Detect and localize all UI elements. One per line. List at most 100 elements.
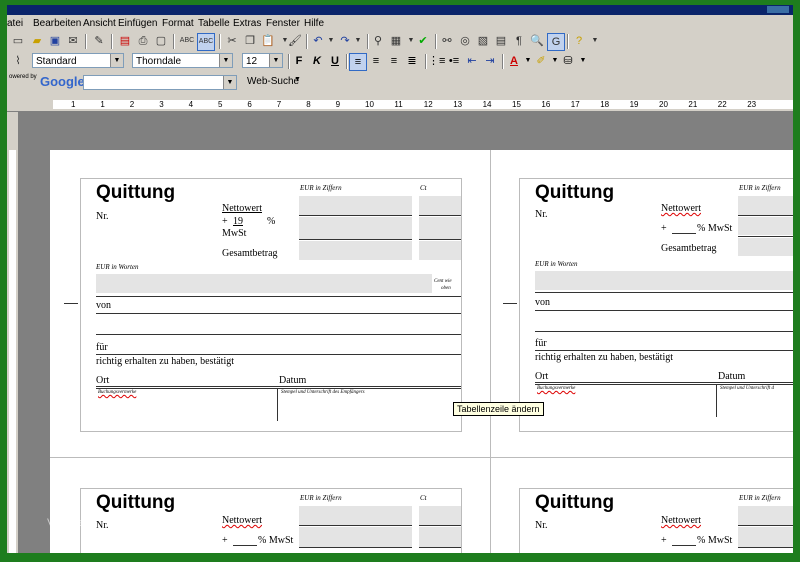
save-icon[interactable]: ▣	[47, 33, 63, 49]
horizontal-ruler[interactable]: 1 1 2 3 4 5 6 7 8 9 10 11 12 13 14 15 16 17 18 19 20 21 22 23	[7, 98, 793, 112]
cent-label: Ct	[420, 184, 427, 192]
menu-extras[interactable]: Extras	[233, 18, 261, 29]
net-cent-field[interactable]	[419, 196, 461, 215]
vertical-ruler[interactable]	[7, 112, 19, 553]
receipt-title: Quittung	[535, 182, 615, 203]
align-center-icon[interactable]: ≡	[368, 53, 384, 69]
window-controls[interactable]	[767, 6, 789, 13]
vat-prefix: +	[222, 216, 228, 227]
background-color-icon[interactable]: ⛁	[560, 53, 576, 69]
underline-button[interactable]: U	[327, 53, 343, 69]
menu-bearbeiten[interactable]: Bearbeiten	[33, 18, 81, 29]
open-folder-icon[interactable]: ▰	[29, 33, 45, 49]
line	[96, 386, 461, 387]
menu-datei[interactable]: atei	[7, 18, 23, 29]
bullets-icon[interactable]: •≡	[446, 53, 462, 69]
autospellcheck-icon[interactable]: ABC	[197, 33, 215, 51]
menu-fenster[interactable]: Fenster	[266, 18, 300, 29]
find-replace-icon[interactable]: ⚯	[439, 33, 455, 49]
vat-label: MwSt	[222, 228, 247, 239]
net-value-field[interactable]	[299, 196, 412, 215]
help-dropdown-icon[interactable]: ▼	[587, 33, 603, 49]
net-value-field[interactable]	[738, 506, 793, 525]
print-icon[interactable]: ⎙	[135, 33, 151, 49]
redo-dropdown-icon[interactable]: ▼	[350, 33, 366, 49]
data-sources-icon[interactable]: ▤	[493, 33, 509, 49]
google-search-input[interactable]: ▼	[83, 75, 237, 90]
nonprinting-chars-icon[interactable]: ¶	[511, 33, 527, 49]
line	[419, 239, 461, 240]
align-left-icon[interactable]: ≡	[349, 53, 367, 71]
ruler-number: 10	[365, 100, 374, 109]
export-pdf-icon[interactable]: ▤	[117, 33, 133, 49]
copy-icon[interactable]: ❐	[242, 33, 258, 49]
tooltip: Tabellenzeile ändern	[453, 402, 544, 416]
vat-cent-field[interactable]	[419, 217, 461, 239]
help-icon[interactable]: ?	[571, 33, 587, 49]
menu-tabelle[interactable]: Tabelle	[198, 18, 230, 29]
paragraph-style-select[interactable]: Standard ▼	[32, 53, 124, 68]
justify-icon[interactable]: ≣	[404, 53, 420, 69]
email-icon[interactable]: ✉	[65, 33, 81, 49]
chevron-down-icon[interactable]: ▼	[269, 54, 282, 67]
hyperlink-icon[interactable]: ⚲	[370, 33, 386, 49]
increase-indent-icon[interactable]: ⇥	[482, 53, 498, 69]
vat-field[interactable]	[299, 217, 412, 239]
google-g-icon[interactable]: G	[547, 33, 565, 51]
ruler-number: 17	[570, 100, 580, 109]
new-document-icon[interactable]: ▭	[10, 33, 26, 49]
italic-button[interactable]: K	[309, 53, 325, 69]
chevron-down-icon[interactable]: ▼	[223, 76, 236, 89]
cut-icon[interactable]: ✂	[224, 33, 240, 49]
format-paintbrush-icon[interactable]: 🖌	[287, 33, 303, 49]
net-value-field[interactable]	[299, 506, 412, 525]
document-page[interactable]: Quittung Nr. EUR in Ziffern Ct Nettowert…	[50, 150, 793, 553]
bold-button[interactable]: F	[291, 53, 307, 69]
styles-icon[interactable]: ⌇	[10, 53, 26, 69]
eur-words-label: EUR in Worten	[535, 260, 578, 268]
vat-field[interactable]	[738, 527, 793, 547]
document-area[interactable]: Quittung Nr. EUR in Ziffern Ct Nettowert…	[19, 112, 793, 553]
menu-hilfe[interactable]: Hilfe	[304, 18, 324, 29]
font-size-select[interactable]: 12 ▼	[242, 53, 283, 68]
cent-note-1: Cent wie	[434, 279, 452, 284]
vat-suffix: %	[267, 216, 276, 227]
total-field[interactable]	[738, 238, 793, 256]
web-search-dropdown-icon[interactable]: ▼	[294, 76, 301, 83]
page-preview-icon[interactable]: ▢	[153, 33, 169, 49]
for-label: für	[96, 342, 108, 353]
numbering-icon[interactable]: ⋮≡	[428, 53, 445, 69]
chevron-down-icon[interactable]: ▼	[219, 54, 232, 67]
spellcheck-icon[interactable]: ABC	[179, 33, 195, 49]
vat-cent-field[interactable]	[419, 527, 461, 547]
total-field[interactable]	[299, 241, 412, 260]
edit-file-icon[interactable]: ✎	[91, 33, 107, 49]
powered-by-label: owered by	[9, 74, 37, 80]
eur-words-field[interactable]	[96, 274, 432, 293]
background-color-dropdown-icon[interactable]: ▼	[575, 53, 591, 69]
eur-words-field[interactable]	[535, 271, 793, 290]
net-cent-field[interactable]	[419, 506, 461, 525]
gallery-icon[interactable]: ▧	[475, 33, 491, 49]
align-right-icon[interactable]: ≡	[386, 53, 402, 69]
web-search-button[interactable]: Web-Suche	[247, 76, 299, 87]
vertical-ruler-scale	[9, 150, 16, 553]
chevron-down-icon[interactable]: ▼	[110, 54, 123, 67]
ruler-number: 8	[306, 100, 311, 109]
cut-mark-middle	[503, 303, 517, 304]
navigator-icon[interactable]: ◎	[457, 33, 473, 49]
place-label: Ort	[96, 375, 110, 386]
table-icon[interactable]: ▦	[388, 33, 404, 49]
menu-einfuegen[interactable]: Einfügen	[118, 18, 157, 29]
show-draw-icon[interactable]: ✔	[415, 33, 431, 49]
net-value-field[interactable]	[738, 196, 793, 215]
zoom-icon[interactable]: 🔍	[529, 33, 545, 49]
decrease-indent-icon[interactable]: ⇤	[464, 53, 480, 69]
vat-field[interactable]	[738, 217, 793, 235]
vat-field[interactable]	[299, 527, 412, 547]
font-name-select[interactable]: Thorndale ▼	[132, 53, 233, 68]
menu-ansicht[interactable]: Ansicht	[83, 18, 116, 29]
total-cent-field[interactable]	[419, 241, 461, 260]
menu-format[interactable]: Format	[162, 18, 194, 29]
paste-icon[interactable]: 📋	[260, 33, 276, 49]
